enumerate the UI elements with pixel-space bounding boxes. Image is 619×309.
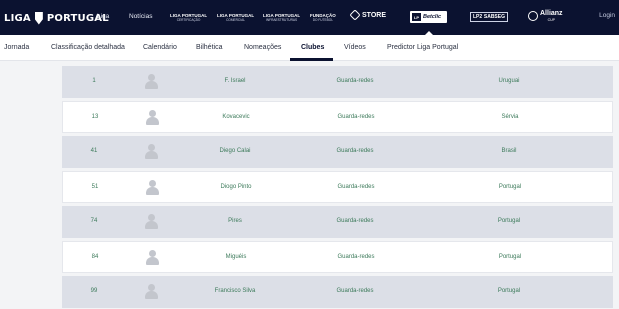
table-row[interactable]: 84 Miguéis Guarda-redes Portugal — [62, 241, 613, 273]
circle-logo-icon — [528, 11, 538, 21]
player-name[interactable]: Pires — [228, 218, 242, 224]
active-tab-indicator — [290, 58, 333, 61]
sub-logo-comercial[interactable]: LIGA PORTUGAL COMERCIAL — [217, 10, 254, 24]
login-link[interactable]: Login — [599, 12, 615, 19]
tab-bilhetica[interactable]: Bilhética — [196, 44, 222, 51]
sabseg-label: SABSEG — [483, 14, 505, 20]
player-name[interactable]: Miguéis — [226, 254, 247, 260]
user-silhouette-icon — [145, 179, 160, 196]
table-row[interactable]: 51 Diogo Pinto Guarda-redes Portugal — [62, 171, 613, 203]
table-row[interactable]: 99 Francisco Silva Guarda-redes Portugal — [62, 276, 613, 308]
table-row[interactable]: 1 F. Israel Guarda-redes Uruguai — [62, 66, 613, 98]
lp-badge: LP — [412, 13, 421, 21]
player-number: 99 — [90, 288, 98, 294]
player-number: 51 — [91, 184, 99, 190]
player-position: Guarda-redes — [337, 254, 375, 260]
player-position: Guarda-redes — [336, 78, 374, 84]
player-position: Guarda-redes — [336, 218, 374, 224]
sub-logo-line2: DO FUTEBOL — [312, 17, 334, 22]
user-silhouette-icon — [144, 73, 159, 90]
player-nationality: Portugal — [498, 184, 522, 190]
nav-noticias[interactable]: Notícias — [129, 13, 152, 20]
sub-logo-line2: CERTIFICAÇÃO — [176, 17, 201, 22]
user-silhouette-icon — [145, 249, 160, 266]
player-number: 13 — [91, 114, 99, 120]
shield-icon — [33, 12, 45, 25]
user-silhouette-icon — [144, 283, 159, 300]
sub-logo-line2: INFRAESTRUTURAS — [265, 17, 298, 22]
player-number: 41 — [90, 148, 98, 154]
player-name[interactable]: Francisco Silva — [215, 288, 256, 294]
player-name[interactable]: F. Israel — [224, 78, 245, 84]
sub-logo-line2: COMERCIAL — [226, 17, 246, 22]
nav-liga[interactable]: Liga — [97, 13, 109, 20]
player-name[interactable]: Diogo Pinto — [220, 184, 251, 190]
player-number: 74 — [90, 218, 98, 224]
player-name[interactable]: Kovacevic — [222, 114, 249, 120]
liga-betclic-link[interactable]: LP Betclic — [410, 11, 447, 23]
tab-nomeacoes[interactable]: Nomeações — [244, 44, 281, 51]
sub-logo-infraestruturas[interactable]: LIGA PORTUGAL INFRAESTRUTURAS — [263, 10, 300, 24]
allianz-cup-label: CUP — [547, 18, 555, 22]
player-number: 1 — [92, 78, 96, 84]
tab-clubes[interactable]: Clubes — [301, 44, 324, 51]
player-nationality: Portugal — [497, 218, 521, 224]
player-number: 84 — [91, 254, 99, 260]
player-nationality: Portugal — [497, 288, 521, 294]
section-tabs: Jornada Classificação detalhada Calendár… — [0, 35, 619, 61]
diamond-icon — [349, 9, 361, 21]
lp2-label: LP2 — [473, 14, 483, 20]
player-name[interactable]: Diego Calai — [219, 148, 250, 154]
player-nationality: Sérvia — [501, 114, 519, 120]
table-row[interactable]: 13 Kovacevic Guarda-redes Sérvia — [62, 101, 613, 133]
player-position: Guarda-redes — [336, 288, 374, 294]
player-position: Guarda-redes — [337, 114, 375, 120]
player-nationality: Brasil — [501, 148, 517, 154]
store-label: STORE — [362, 11, 386, 19]
user-silhouette-icon — [144, 213, 159, 230]
allianz-cup-link[interactable]: Allianz CUP — [528, 10, 563, 22]
tab-classificacao-detalhada[interactable]: Classificação detalhada — [51, 44, 125, 51]
tab-calendario[interactable]: Calendário — [143, 44, 177, 51]
table-row[interactable]: 74 Pires Guarda-redes Portugal — [62, 206, 613, 238]
player-position: Guarda-redes — [337, 184, 375, 190]
liga2-link[interactable]: LP2 SABSEG — [470, 12, 508, 22]
table-row[interactable]: 41 Diego Calai Guarda-redes Brasil — [62, 136, 613, 168]
user-silhouette-icon — [144, 143, 159, 160]
top-navigation-bar: LIGA PORTUGAL Liga Notícias LIGA PORTUGA… — [0, 0, 619, 36]
brand-left: LIGA — [4, 12, 31, 24]
player-nationality: Portugal — [498, 254, 522, 260]
store-link[interactable]: STORE — [349, 9, 386, 21]
liga-portugal-logo[interactable]: LIGA PORTUGAL — [4, 10, 109, 26]
player-nationality: Uruguai — [498, 78, 520, 84]
betclic-label: Betclic — [423, 14, 442, 20]
user-silhouette-icon — [145, 109, 160, 126]
player-position: Guarda-redes — [336, 148, 374, 154]
tab-videos[interactable]: Vídeos — [344, 44, 366, 51]
tab-predictor[interactable]: Predictor Liga Portugal — [387, 44, 458, 51]
sub-logo-fundacao[interactable]: FUNDAÇÃO DO FUTEBOL — [310, 10, 336, 24]
tab-jornada[interactable]: Jornada — [4, 44, 29, 51]
allianz-label: Allianz — [540, 10, 563, 17]
sub-logo-certificacao[interactable]: LIGA PORTUGAL CERTIFICAÇÃO — [170, 10, 207, 24]
